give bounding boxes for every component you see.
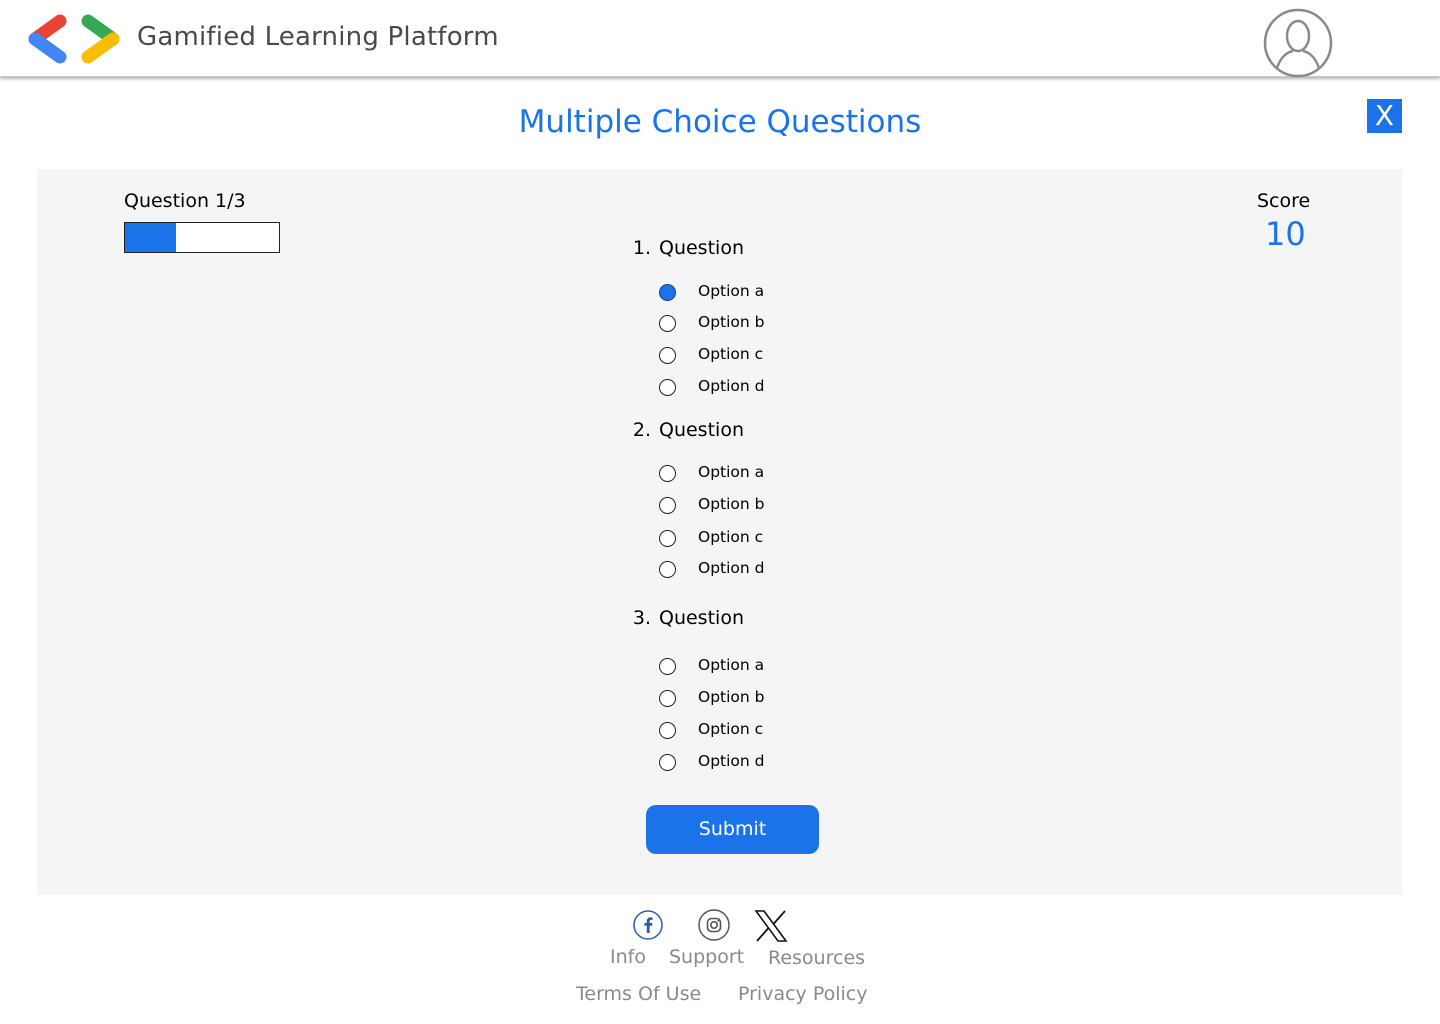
option-label: Option b bbox=[698, 313, 765, 331]
option-label: Option c bbox=[698, 720, 764, 738]
option-label: Option c bbox=[698, 528, 764, 546]
question-title: 3. Question bbox=[627, 607, 744, 629]
user-avatar-icon[interactable] bbox=[1263, 8, 1333, 78]
radio-button[interactable] bbox=[659, 378, 676, 396]
option-q2-b[interactable]: Option b bbox=[659, 494, 765, 516]
question-title: 1. Question bbox=[627, 237, 744, 259]
footer-link-info[interactable]: Info bbox=[610, 946, 646, 968]
instagram-icon[interactable] bbox=[697, 908, 731, 942]
footer-link-privacy[interactable]: Privacy Policy bbox=[738, 983, 867, 1005]
option-q3-a[interactable]: Option a bbox=[659, 655, 764, 677]
angle-brackets-logo[interactable] bbox=[22, 12, 126, 66]
question-number: 1. bbox=[632, 237, 651, 259]
submit-button[interactable]: Submit bbox=[646, 805, 819, 854]
progress-label: Question 1/3 bbox=[124, 190, 246, 212]
radio-button[interactable] bbox=[659, 314, 676, 332]
score-value: 10 bbox=[1265, 215, 1306, 253]
progress-bar bbox=[124, 222, 280, 253]
footer-link-support[interactable]: Support bbox=[669, 946, 744, 968]
option-label: Option d bbox=[698, 377, 765, 395]
option-q1-d[interactable]: Option d bbox=[659, 376, 765, 398]
app-title: Gamified Learning Platform bbox=[137, 22, 499, 52]
question-text: Question bbox=[659, 237, 744, 259]
footer-link-resources[interactable]: Resources bbox=[768, 947, 865, 969]
option-q2-a[interactable]: Option a bbox=[659, 462, 764, 484]
radio-button[interactable] bbox=[659, 464, 676, 482]
radio-button[interactable] bbox=[659, 560, 676, 578]
question-text: Question bbox=[659, 607, 744, 629]
footer-link-terms[interactable]: Terms Of Use bbox=[576, 983, 701, 1005]
option-q3-b[interactable]: Option b bbox=[659, 687, 765, 709]
radio-button[interactable] bbox=[659, 689, 676, 707]
score-label: Score bbox=[1257, 190, 1311, 212]
question-number: 3. bbox=[632, 607, 651, 629]
option-label: Option d bbox=[698, 752, 765, 770]
question-number: 2. bbox=[632, 419, 651, 441]
radio-button[interactable] bbox=[659, 721, 676, 739]
option-q2-d[interactable]: Option d bbox=[659, 558, 765, 580]
radio-button[interactable] bbox=[659, 283, 676, 301]
option-q1-a[interactable]: Option a bbox=[659, 281, 764, 303]
option-label: Option a bbox=[698, 282, 765, 300]
quiz-panel: Question 1/3 Score 10 1. Question Option … bbox=[37, 169, 1402, 895]
question-title: 2. Question bbox=[627, 419, 744, 441]
radio-button[interactable] bbox=[659, 529, 676, 547]
option-label: Option c bbox=[698, 345, 764, 363]
option-label: Option a bbox=[698, 463, 765, 481]
app-header: Gamified Learning Platform bbox=[0, 0, 1440, 78]
radio-button[interactable] bbox=[659, 753, 676, 771]
option-q3-d[interactable]: Option d bbox=[659, 751, 765, 773]
option-q1-b[interactable]: Option b bbox=[659, 312, 765, 334]
page-title: Multiple Choice Questions bbox=[518, 104, 922, 140]
close-button[interactable]: X bbox=[1367, 99, 1402, 133]
option-label: Option d bbox=[698, 559, 765, 577]
option-q2-c[interactable]: Option c bbox=[659, 527, 763, 549]
radio-button[interactable] bbox=[659, 657, 676, 675]
option-label: Option a bbox=[698, 656, 765, 674]
radio-button[interactable] bbox=[659, 346, 676, 364]
progress-fill bbox=[125, 223, 176, 252]
option-q3-c[interactable]: Option c bbox=[659, 719, 763, 741]
option-q1-c[interactable]: Option c bbox=[659, 344, 763, 366]
question-text: Question bbox=[659, 419, 744, 441]
facebook-icon[interactable] bbox=[631, 908, 665, 942]
option-label: Option b bbox=[698, 495, 765, 513]
option-label: Option b bbox=[698, 688, 765, 706]
radio-button[interactable] bbox=[659, 496, 676, 514]
x-icon[interactable] bbox=[753, 908, 789, 944]
